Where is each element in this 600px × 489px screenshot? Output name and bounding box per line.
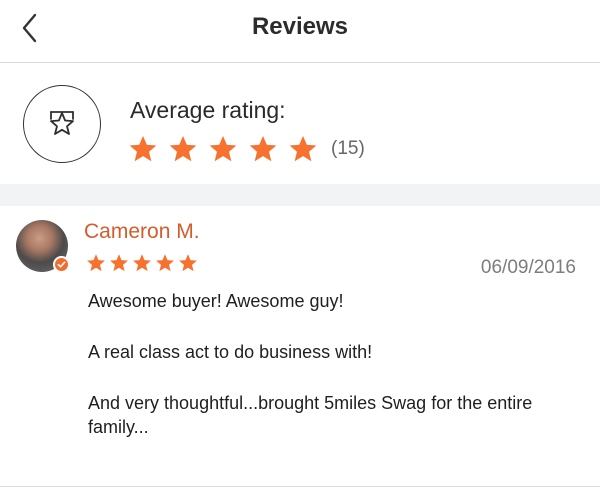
average-rating-label: Average rating: bbox=[130, 97, 286, 123]
rating-summary: Average rating: (15) bbox=[0, 63, 600, 184]
page-title: Reviews bbox=[251, 13, 349, 40]
star-icon bbox=[169, 135, 197, 162]
star-icon bbox=[209, 135, 237, 162]
star-badge-icon bbox=[50, 111, 74, 135]
review-text: Awesome buyer! Awesome guy! A real class… bbox=[88, 289, 588, 466]
verified-check-icon bbox=[53, 256, 70, 273]
reviewer-name[interactable]: Cameron M. bbox=[84, 220, 200, 244]
review-paragraph: A real class act to do business with! bbox=[88, 342, 373, 362]
review-item: Cameron M. 06/09/2016 Awesome buyer! Awe… bbox=[0, 206, 600, 489]
review-rating-stars bbox=[86, 253, 201, 273]
review-count: (15) bbox=[331, 138, 365, 159]
star-icon bbox=[179, 254, 197, 272]
review-paragraph: And very thoughtful...brought 5miles Swa… bbox=[88, 393, 533, 437]
navigation-bar: Reviews bbox=[0, 0, 600, 63]
review-paragraph: Awesome buyer! Awesome guy! bbox=[88, 291, 344, 311]
star-icon bbox=[289, 135, 317, 162]
average-rating-stars: (15) bbox=[128, 134, 365, 164]
star-icon bbox=[249, 135, 277, 162]
star-icon bbox=[156, 254, 174, 272]
star-icon bbox=[129, 135, 157, 162]
avatar[interactable] bbox=[16, 220, 70, 273]
section-divider bbox=[0, 184, 600, 206]
star-icon bbox=[133, 254, 151, 272]
review-date: 06/09/2016 bbox=[480, 257, 576, 278]
star-icon bbox=[110, 254, 128, 272]
star-badge bbox=[23, 85, 101, 163]
star-icon bbox=[87, 254, 105, 272]
divider bbox=[0, 486, 600, 487]
